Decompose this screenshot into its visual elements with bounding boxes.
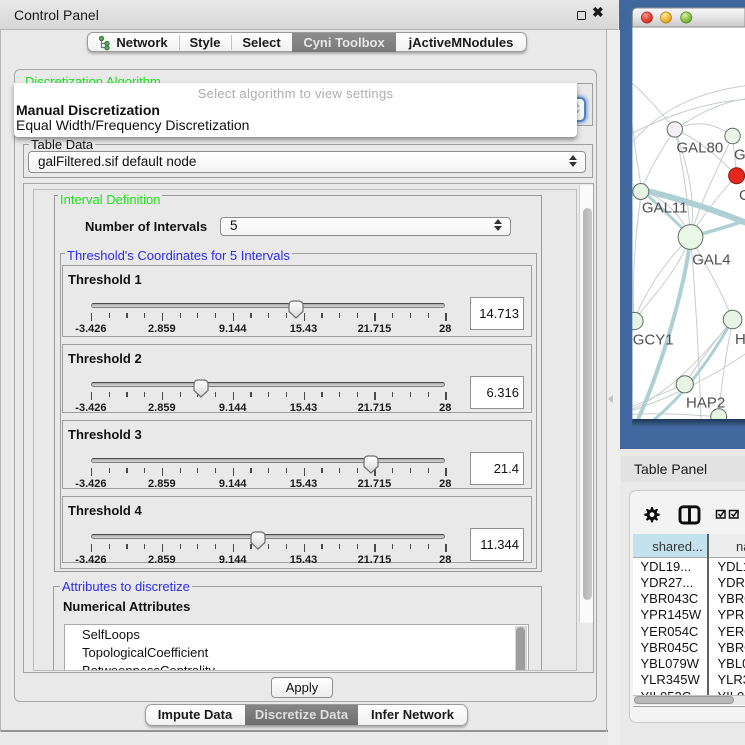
svg-text:GAL80: GAL80 <box>677 140 724 157</box>
svg-text:GAL11: GAL11 <box>642 199 688 216</box>
svg-text:GCY1: GCY1 <box>633 332 674 349</box>
svg-text:C: C <box>739 187 745 204</box>
svg-text:GA: GA <box>734 147 745 164</box>
svg-text:GAL4: GAL4 <box>692 251 730 268</box>
svg-text:HAP2: HAP2 <box>686 395 725 412</box>
svg-text:H: H <box>735 331 745 348</box>
